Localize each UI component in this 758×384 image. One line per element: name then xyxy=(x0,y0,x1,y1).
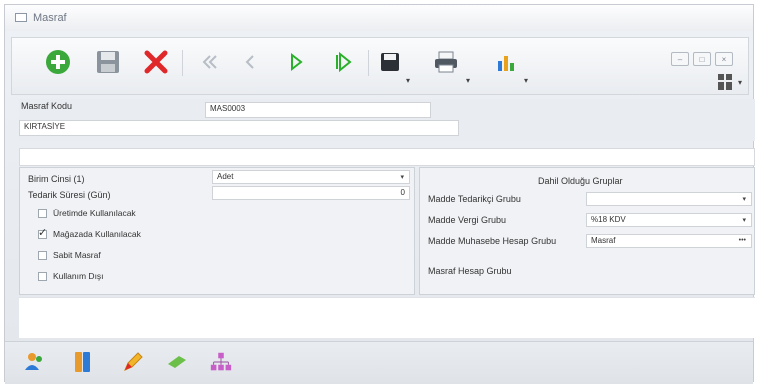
previous-record-button[interactable] xyxy=(234,46,266,78)
checkbox-label: Üretimde Kullanılacak xyxy=(53,208,136,218)
last-record-button[interactable] xyxy=(328,46,360,78)
eraser-button[interactable] xyxy=(165,350,189,374)
checkbox-box[interactable] xyxy=(38,208,47,218)
checkbox-label: Mağazada Kullanılacak xyxy=(53,229,141,239)
users-icon xyxy=(25,353,42,370)
supplier-group-label: Madde Tedarikçi Grubu xyxy=(428,194,521,204)
chevron-down-icon[interactable]: ▾ xyxy=(466,76,470,85)
hierarchy-icon xyxy=(210,352,232,371)
binder-icon xyxy=(75,352,90,372)
window-title: Masraf xyxy=(33,12,67,24)
checkbox-out-of-use[interactable]: Kullanım Dışı xyxy=(38,271,104,281)
users-button[interactable] xyxy=(23,350,47,374)
grid-settings-icon xyxy=(718,74,732,90)
expense-code-label: Masraf Kodu xyxy=(21,101,73,111)
add-button[interactable] xyxy=(42,46,74,78)
header-panel: Masraf Kodu MAS0003 KIRTASİYE xyxy=(19,99,755,141)
expense-account-group-label: Masraf Hesap Grubu xyxy=(428,266,512,276)
print-button[interactable] xyxy=(430,46,462,78)
tax-group-select[interactable]: %18 KDV ▾ xyxy=(586,213,752,227)
chevron-down-icon: ▾ xyxy=(742,217,746,224)
report-button[interactable] xyxy=(490,46,522,78)
supplier-group-select[interactable]: ▾ xyxy=(586,192,752,206)
tax-group-label: Madde Vergi Grubu xyxy=(428,215,507,225)
title-bar: Masraf xyxy=(5,5,753,31)
bottom-toolbar xyxy=(5,341,753,384)
floppy-dropdown-icon xyxy=(381,53,399,71)
next-record-icon xyxy=(291,52,303,72)
main-window: Masraf ▾ ▾ ▾ ▾ – □ × Masraf Kodu MAS0003… xyxy=(4,4,755,384)
save-options-button[interactable] xyxy=(374,46,406,78)
expense-code-field[interactable]: MAS0003 xyxy=(205,102,431,118)
checkbox-label: Sabit Masraf xyxy=(53,250,101,260)
unit-settings-group: Birim Cinsi (1) Adet ▾ Tedarik Süresi (G… xyxy=(19,167,415,295)
checkbox-production[interactable]: Üretimde Kullanılacak xyxy=(38,208,136,218)
x-icon xyxy=(144,50,168,74)
chevron-down-icon[interactable]: ▾ xyxy=(524,76,528,85)
minimize-button[interactable]: – xyxy=(671,52,689,66)
unit-type-select[interactable]: Adet ▾ xyxy=(212,170,410,184)
accounting-group-label: Madde Muhasebe Hesap Grubu xyxy=(428,236,557,246)
groups-panel-title: Dahil Olduğu Gruplar xyxy=(538,176,623,186)
lead-time-label: Tedarik Süresi (Gün) xyxy=(28,190,111,200)
checkbox-box[interactable] xyxy=(38,271,47,281)
pencil-icon xyxy=(124,352,143,371)
checkbox-label: Kullanım Dışı xyxy=(53,271,104,281)
tax-group-value: %18 KDV xyxy=(591,215,626,224)
checkbox-box-checked[interactable] xyxy=(38,226,47,239)
content-area xyxy=(19,297,755,338)
chart-icon xyxy=(498,56,514,71)
maximize-button[interactable]: □ xyxy=(693,52,711,66)
checkbox-store[interactable]: Mağazada Kullanılacak xyxy=(38,226,141,239)
unit-type-label: Birim Cinsi (1) xyxy=(28,174,85,184)
chevron-down-icon: ▾ xyxy=(742,196,746,203)
previous-record-icon xyxy=(245,55,254,69)
binder-button[interactable] xyxy=(71,350,95,374)
expense-name-field[interactable]: KIRTASİYE xyxy=(19,120,459,136)
chevron-down-icon: ▾ xyxy=(400,174,404,181)
floppy-icon xyxy=(97,51,119,73)
first-record-button[interactable] xyxy=(194,46,226,78)
first-record-icon xyxy=(202,55,217,69)
toolbar-separator xyxy=(368,50,369,76)
groups-panel: Dahil Olduğu Gruplar Madde Tedarikçi Gru… xyxy=(419,167,755,295)
toolbar: ▾ ▾ ▾ ▾ xyxy=(11,37,749,95)
description-bar[interactable] xyxy=(19,148,755,166)
chevron-down-icon[interactable]: ▾ xyxy=(738,78,742,87)
save-button[interactable] xyxy=(92,46,124,78)
chevron-down-icon[interactable]: ▾ xyxy=(406,76,410,85)
delete-button[interactable] xyxy=(140,46,172,78)
unit-type-value: Adet xyxy=(217,172,234,181)
printer-icon xyxy=(435,51,457,73)
eraser-icon xyxy=(168,356,186,368)
toolbar-separator xyxy=(182,50,183,76)
close-button[interactable]: × xyxy=(715,52,733,66)
edit-button[interactable] xyxy=(121,350,145,374)
app-icon xyxy=(15,13,27,22)
accounting-group-value: Masraf xyxy=(591,236,616,245)
ellipsis-icon: ••• xyxy=(738,237,746,244)
plus-circle-icon xyxy=(46,50,70,74)
hierarchy-button[interactable] xyxy=(209,350,233,374)
lead-time-field[interactable]: 0 xyxy=(212,186,410,200)
last-record-icon xyxy=(336,51,352,73)
checkbox-fixed-expense[interactable]: Sabit Masraf xyxy=(38,250,101,260)
checkbox-box[interactable] xyxy=(38,250,47,260)
next-record-button[interactable] xyxy=(280,46,312,78)
accounting-group-field[interactable]: Masraf ••• xyxy=(586,234,752,248)
